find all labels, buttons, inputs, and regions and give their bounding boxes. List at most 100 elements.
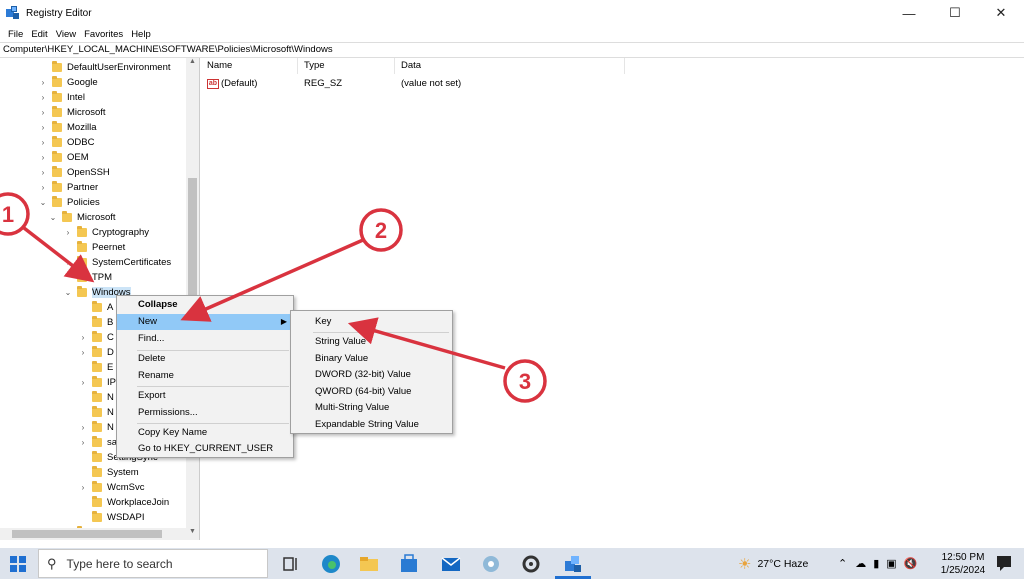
clock[interactable]: 12:50 PM 1/25/2024 bbox=[940, 548, 986, 579]
expand-chevron-icon[interactable]: › bbox=[78, 378, 88, 387]
network-icon[interactable]: ▣ bbox=[886, 557, 896, 570]
expand-chevron-icon[interactable]: › bbox=[38, 138, 48, 147]
expand-chevron-icon[interactable]: ⌄ bbox=[63, 288, 73, 297]
tree-item[interactable]: › SystemCertificates bbox=[63, 255, 171, 270]
tree-item[interactable]: › WcmSvc bbox=[78, 480, 144, 495]
tree-item[interactable]: › ODBC bbox=[38, 135, 94, 150]
tree-item[interactable]: ⌄ Microsoft bbox=[48, 210, 116, 225]
tree-item[interactable]: B bbox=[78, 315, 113, 330]
expand-chevron-icon[interactable]: › bbox=[63, 228, 73, 237]
tree-item[interactable]: › Intel bbox=[38, 90, 85, 105]
scroll-up-icon[interactable]: ▲ bbox=[186, 58, 199, 70]
expand-chevron-icon[interactable]: › bbox=[38, 153, 48, 162]
table-row[interactable]: ab (Default) REG_SZ (value not set) bbox=[201, 76, 461, 91]
column-type[interactable]: Type bbox=[298, 58, 395, 74]
tree-item[interactable]: Peernet bbox=[63, 240, 125, 255]
tree-item[interactable]: WorkplaceJoin bbox=[78, 495, 169, 510]
tree-item[interactable]: ⌄ Policies bbox=[38, 195, 100, 210]
menu-find[interactable]: Find... bbox=[117, 331, 293, 347]
expand-chevron-icon[interactable]: › bbox=[78, 423, 88, 432]
tree-item[interactable]: › IP bbox=[78, 375, 116, 390]
tree-item[interactable]: › sa bbox=[78, 435, 117, 450]
tree-item[interactable]: › C bbox=[78, 330, 114, 345]
submenu-string-value[interactable]: String Value bbox=[291, 334, 452, 350]
menu-delete[interactable]: Delete bbox=[117, 351, 293, 367]
file-explorer-icon[interactable] bbox=[358, 553, 380, 575]
minimize-button[interactable]: — bbox=[886, 0, 932, 26]
menu-rename[interactable]: Rename bbox=[117, 368, 293, 384]
tree-item[interactable]: › Microsoft bbox=[38, 105, 106, 120]
scroll-down-icon[interactable]: ▼ bbox=[186, 528, 199, 540]
edge-browser-icon[interactable] bbox=[320, 553, 342, 575]
menu-edit[interactable]: Edit bbox=[27, 29, 51, 40]
menu-file[interactable]: File bbox=[4, 29, 27, 40]
registry-editor-taskbar-icon[interactable] bbox=[562, 553, 584, 575]
menu-favorites[interactable]: Favorites bbox=[80, 29, 127, 40]
column-data[interactable]: Data bbox=[395, 58, 625, 74]
submenu-binary-value[interactable]: Binary Value bbox=[291, 351, 452, 367]
start-button[interactable] bbox=[0, 548, 36, 579]
expand-chevron-icon[interactable]: › bbox=[38, 123, 48, 132]
tree-item[interactable]: › Cryptography bbox=[63, 225, 149, 240]
expand-chevron-icon[interactable]: › bbox=[38, 183, 48, 192]
tree-item[interactable]: DefaultUserEnvironment bbox=[38, 60, 171, 75]
column-name[interactable]: Name bbox=[201, 58, 298, 74]
submenu-expandable-string-value[interactable]: Expandable String Value bbox=[291, 417, 452, 433]
maximize-button[interactable]: ☐ bbox=[932, 0, 978, 26]
tree-item[interactable]: › D bbox=[78, 345, 114, 360]
settings-gear-icon[interactable] bbox=[520, 553, 542, 575]
tree-item[interactable]: › OEM bbox=[38, 150, 89, 165]
expand-chevron-icon[interactable]: › bbox=[78, 438, 88, 447]
expand-chevron-icon[interactable]: › bbox=[78, 348, 88, 357]
menu-view[interactable]: View bbox=[52, 29, 80, 40]
submenu-qword-value[interactable]: QWORD (64-bit) Value bbox=[291, 384, 452, 400]
tree-item[interactable]: N bbox=[78, 390, 114, 405]
scroll-thumb-horizontal[interactable] bbox=[12, 530, 162, 538]
tree-item[interactable]: › N bbox=[78, 420, 114, 435]
expand-chevron-icon[interactable]: › bbox=[38, 78, 48, 87]
tree-item[interactable]: › OpenSSH bbox=[38, 165, 110, 180]
taskbar-search[interactable]: ⚲ Type here to search bbox=[38, 549, 268, 578]
tree-item[interactable]: N bbox=[78, 405, 114, 420]
expand-chevron-icon[interactable]: ⌄ bbox=[38, 198, 48, 207]
notifications-icon[interactable] bbox=[996, 555, 1012, 573]
tree-item[interactable]: › Partner bbox=[38, 180, 98, 195]
task-view-icon[interactable] bbox=[280, 553, 302, 575]
chevron-up-icon[interactable]: ⌃ bbox=[838, 557, 847, 570]
menu-export[interactable]: Export bbox=[117, 388, 293, 404]
tree-horizontal-scrollbar[interactable] bbox=[0, 528, 186, 540]
submenu-key[interactable]: Key bbox=[291, 314, 452, 330]
network-app-icon[interactable] bbox=[480, 553, 502, 575]
tree-item[interactable]: › Google bbox=[38, 75, 98, 90]
menu-new[interactable]: New ▶ bbox=[117, 314, 293, 330]
expand-chevron-icon[interactable]: › bbox=[38, 168, 48, 177]
mail-icon[interactable] bbox=[440, 553, 462, 575]
address-bar[interactable]: Computer\HKEY_LOCAL_MACHINE\SOFTWARE\Pol… bbox=[0, 42, 1024, 58]
tree-item[interactable]: WSDAPI bbox=[78, 510, 144, 525]
menu-separator bbox=[313, 332, 449, 333]
close-button[interactable]: ✕ bbox=[978, 0, 1024, 26]
weather-widget[interactable]: ☀ 27°C Haze bbox=[738, 548, 808, 579]
expand-chevron-icon[interactable]: › bbox=[38, 108, 48, 117]
onedrive-icon[interactable]: ☁ bbox=[855, 557, 866, 570]
menu-permissions[interactable]: Permissions... bbox=[117, 405, 293, 421]
expand-chevron-icon[interactable]: › bbox=[78, 333, 88, 342]
expand-chevron-icon[interactable]: › bbox=[63, 258, 73, 267]
battery-icon[interactable]: ▮ bbox=[873, 557, 879, 570]
expand-chevron-icon[interactable]: › bbox=[38, 93, 48, 102]
tree-item[interactable]: System bbox=[78, 465, 139, 480]
expand-chevron-icon[interactable]: ⌄ bbox=[48, 213, 58, 222]
submenu-multi-string-value[interactable]: Multi-String Value bbox=[291, 400, 452, 416]
tree-item[interactable]: A bbox=[78, 300, 113, 315]
tree-item[interactable]: › Mozilla bbox=[38, 120, 97, 135]
tree-item[interactable]: E bbox=[78, 360, 113, 375]
store-icon[interactable] bbox=[398, 553, 420, 575]
volume-muted-icon[interactable]: 🔇 bbox=[904, 557, 918, 570]
menu-copy-key-name[interactable]: Copy Key Name bbox=[117, 425, 293, 441]
menu-collapse[interactable]: Collapse bbox=[117, 297, 293, 313]
menu-goto-hkcu[interactable]: Go to HKEY_CURRENT_USER bbox=[117, 441, 293, 457]
expand-chevron-icon[interactable]: › bbox=[78, 483, 88, 492]
submenu-dword-value[interactable]: DWORD (32-bit) Value bbox=[291, 367, 452, 383]
tree-item[interactable]: TPM bbox=[63, 270, 112, 285]
menu-help[interactable]: Help bbox=[127, 29, 155, 40]
